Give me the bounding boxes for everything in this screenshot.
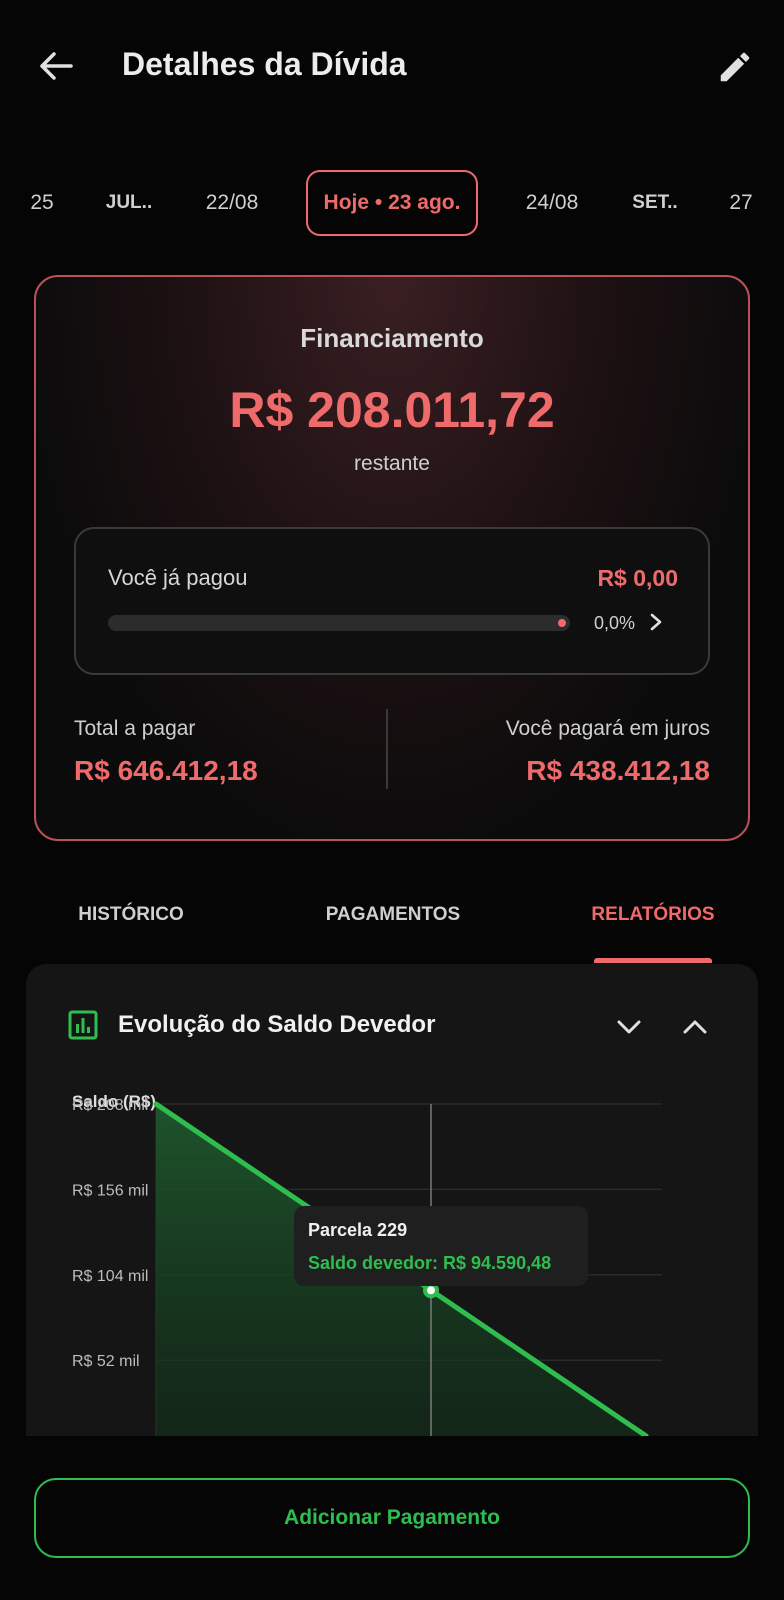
chart-y-tick-label: R$ 52 mil (72, 1353, 140, 1370)
date-selector: 25 JUL.. 22/08 Hoje • 23 ago. 24/08 SET.… (0, 170, 784, 236)
debt-type: Financiamento (300, 323, 484, 353)
chart-tooltip: Parcela 229 Saldo devedor: R$ 94.590,48 (294, 1206, 588, 1286)
balance-chart[interactable]: R$ 208 mil R$ 156 mil R$ 104 mil R$ 52 mil (26, 964, 758, 1436)
interest-value: R$ 438.412,18 (526, 755, 710, 786)
divider (386, 709, 388, 789)
total-value: R$ 646.412,18 (74, 755, 258, 786)
chart-y-tick-label: R$ 156 mil (72, 1182, 148, 1199)
tooltip-title: Parcela 229 (308, 1220, 408, 1240)
total-label: Total a pagar (74, 717, 196, 740)
debt-summary-card: Financiamento R$ 208.011,72 restante Voc… (34, 275, 750, 841)
interest-label: Você pagará em juros (505, 717, 710, 740)
paid-progress-box[interactable]: Você já pagou R$ 0,00 0,0% (74, 527, 710, 675)
chart-y-tick-label: R$ 208 mil (72, 1097, 148, 1114)
chevron-right-icon[interactable] (644, 609, 668, 635)
progress-bar (108, 615, 570, 631)
paid-percent: 0,0% (594, 613, 636, 633)
balance-chart-panel: Evolução do Saldo Devedor Saldo (R$) R$ … (26, 964, 758, 1436)
date-item[interactable]: 24/08 (516, 170, 588, 236)
progress-marker (558, 619, 566, 627)
paid-label: Você já pagou (108, 565, 248, 590)
edit-button[interactable] (708, 40, 762, 94)
tab-relatorios[interactable]: RELATÓRIOS (584, 904, 722, 926)
date-item[interactable]: 27 (726, 170, 756, 236)
date-item-month[interactable]: JUL.. (94, 170, 164, 236)
add-payment-button[interactable]: Adicionar Pagamento (34, 1478, 750, 1558)
date-item-today[interactable]: Hoje • 23 ago. (306, 170, 478, 236)
paid-value: R$ 0,00 (597, 565, 678, 591)
tab-pagamentos[interactable]: PAGAMENTOS (312, 904, 474, 926)
pencil-icon (720, 52, 750, 82)
tab-historico[interactable]: HISTÓRICO (66, 904, 196, 926)
date-item[interactable]: 22/08 (196, 170, 268, 236)
remaining-label: restante (354, 452, 430, 475)
remaining-amount: R$ 208.011,72 (229, 382, 555, 438)
tooltip-value: Saldo devedor: R$ 94.590,48 (308, 1253, 552, 1273)
chart-y-tick-label: R$ 104 mil (72, 1268, 148, 1285)
back-button[interactable] (30, 40, 82, 92)
date-item[interactable]: 25 (24, 170, 60, 236)
active-tab-indicator (594, 958, 712, 963)
arrow-left-icon (40, 52, 73, 80)
date-item-month[interactable]: SET.. (622, 170, 688, 236)
page-title: Detalhes da Dívida (122, 46, 407, 82)
chart-highlight-point-center (427, 1286, 435, 1295)
